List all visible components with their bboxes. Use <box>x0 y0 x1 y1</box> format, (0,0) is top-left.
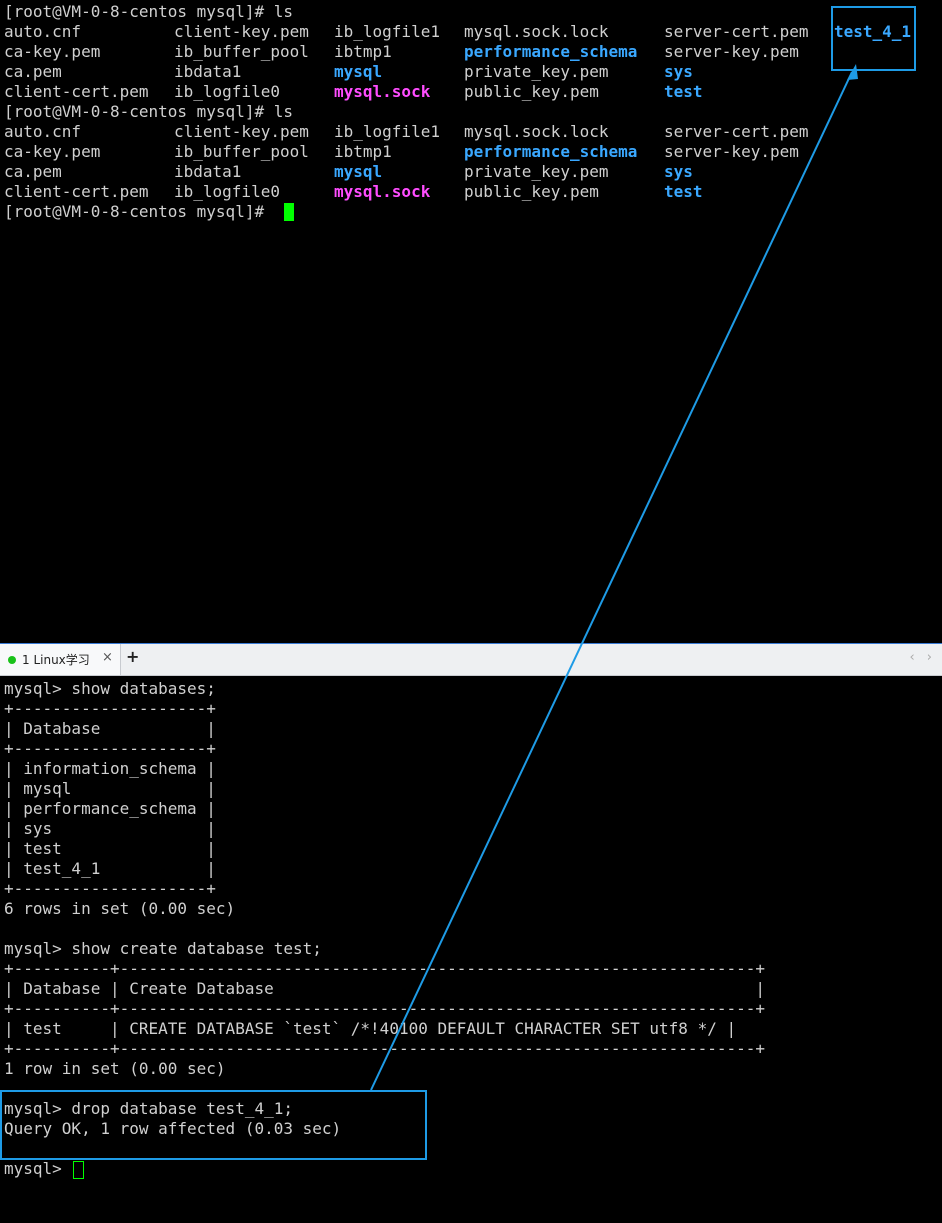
mysql-output-line: | test | <box>4 839 216 858</box>
mysql-output-line: +--------------------+ <box>4 699 216 718</box>
file-entry: server-cert.pem <box>664 122 809 141</box>
mysql-output-line: | sys | <box>4 819 216 838</box>
mysql-output-line: | performance_schema | <box>4 799 216 818</box>
mysql-output-line: 6 rows in set (0.00 sec) <box>4 899 236 918</box>
directory-entry: performance_schema <box>464 42 638 61</box>
directory-entry: performance_schema <box>464 142 638 161</box>
mysql-output-line: | test | CREATE DATABASE `test` /*!40100… <box>4 1019 737 1038</box>
mysql-output-line: | Database | <box>4 719 216 738</box>
file-entry: private_key.pem <box>464 62 609 81</box>
directory-entry: test <box>664 182 703 201</box>
file-entry: auto.cnf <box>4 22 82 41</box>
mysql-output-line: mysql> show create database test; <box>4 939 322 958</box>
directory-entry: sys <box>664 162 693 181</box>
tab-scroll-arrows-icon[interactable]: ‹ › <box>909 650 936 665</box>
add-tab-icon[interactable]: + <box>126 647 139 666</box>
file-entry: ibtmp1 <box>334 142 392 161</box>
file-entry: client-cert.pem <box>4 182 149 201</box>
mysql-cursor <box>73 1161 84 1179</box>
file-entry: ibtmp1 <box>334 42 392 61</box>
file-entry: ca.pem <box>4 162 62 181</box>
directory-entry: mysql <box>334 162 383 181</box>
file-entry: mysql.sock.lock <box>464 122 609 141</box>
file-entry: server-cert.pem <box>664 22 809 41</box>
file-entry: ca-key.pem <box>4 142 101 161</box>
shell-prompt-ls-2: [root@VM-0-8-centos mysql]# ls <box>4 102 293 121</box>
file-entry: server-key.pem <box>664 142 799 161</box>
socket-entry: mysql.sock <box>334 182 431 201</box>
tab-label: 1 Linux学习 <box>22 653 90 667</box>
mysql-output-line: +--------------------+ <box>4 879 216 898</box>
top-terminal-pane[interactable]: [root@VM-0-8-centos mysql]# ls auto.cnf c… <box>0 0 942 643</box>
file-entry: server-key.pem <box>664 42 799 61</box>
directory-entry: mysql <box>334 62 383 81</box>
file-entry: public_key.pem <box>464 182 599 201</box>
mysql-output-line: | mysql | <box>4 779 216 798</box>
session-tab-bar: 1 Linux学习 × + ‹ › <box>0 644 942 676</box>
directory-entry: sys <box>664 62 693 81</box>
socket-entry: mysql.sock <box>334 82 431 101</box>
file-entry: public_key.pem <box>464 82 599 101</box>
file-entry: mysql.sock.lock <box>464 22 609 41</box>
file-entry: ib_logfile1 <box>334 22 440 41</box>
mysql-output-line: | information_schema | <box>4 759 216 778</box>
file-entry: auto.cnf <box>4 122 82 141</box>
mysql-output-line: mysql> <box>4 1159 72 1178</box>
mysql-output-line: mysql> show databases; <box>4 679 216 698</box>
file-entry: ib_buffer_pool <box>174 42 309 61</box>
file-entry: ibdata1 <box>174 162 242 181</box>
tab-linux-session[interactable]: 1 Linux学习 × <box>0 644 121 675</box>
file-entry: private_key.pem <box>464 162 609 181</box>
file-entry: client-cert.pem <box>4 82 149 101</box>
shell-prompt-current: [root@VM-0-8-centos mysql]# <box>4 202 274 221</box>
mysql-output-line: 1 row in set (0.00 sec) <box>4 1059 226 1078</box>
mysql-output-line: +----------+----------------------------… <box>4 959 765 978</box>
terminal-cursor <box>284 203 294 221</box>
highlight-box-test-4-1-dir <box>831 6 916 71</box>
file-entry: ib_logfile1 <box>334 122 440 141</box>
mysql-output-line: +--------------------+ <box>4 739 216 758</box>
highlight-box-drop-command <box>0 1090 427 1160</box>
mysql-output-line: +----------+----------------------------… <box>4 999 765 1018</box>
file-entry: ib_logfile0 <box>174 182 280 201</box>
directory-entry: test <box>664 82 703 101</box>
connected-status-icon <box>8 656 16 664</box>
file-entry: ca-key.pem <box>4 42 101 61</box>
file-entry: ibdata1 <box>174 62 242 81</box>
mysql-output-line: | Database | Create Database | <box>4 979 765 998</box>
file-entry: ca.pem <box>4 62 62 81</box>
close-icon[interactable]: × <box>102 650 113 665</box>
shell-prompt-ls-1: [root@VM-0-8-centos mysql]# ls <box>4 2 293 21</box>
file-entry: ib_logfile0 <box>174 82 280 101</box>
file-entry: client-key.pem <box>174 122 309 141</box>
mysql-output-line: | test_4_1 | <box>4 859 216 878</box>
file-entry: client-key.pem <box>174 22 309 41</box>
mysql-output-line: +----------+----------------------------… <box>4 1039 765 1058</box>
file-entry: ib_buffer_pool <box>174 142 309 161</box>
